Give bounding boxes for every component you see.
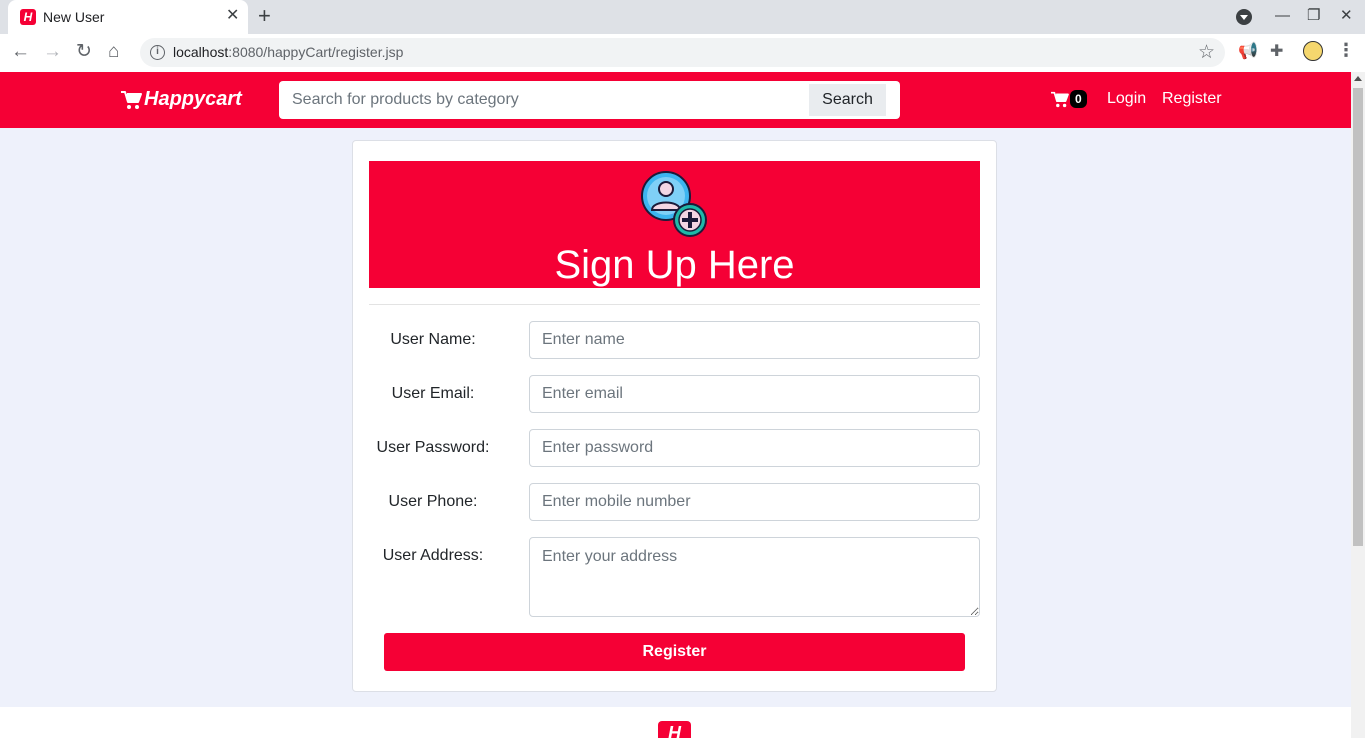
login-link[interactable]: Login <box>1107 90 1146 108</box>
register-link[interactable]: Register <box>1162 90 1222 108</box>
user-phone-input[interactable] <box>529 483 980 521</box>
address-bar[interactable]: i localhost:8080/happyCart/register.jsp … <box>140 38 1225 67</box>
tab-close-icon[interactable]: ✕ <box>226 7 239 25</box>
signup-header: Sign Up Here <box>369 161 980 288</box>
user-address-input[interactable] <box>529 537 980 617</box>
user-name-label: User Name: <box>390 331 476 348</box>
close-window-icon[interactable]: ✕ <box>1340 6 1353 26</box>
menu-dots-icon[interactable]: ⋮ <box>1337 40 1355 60</box>
tab-title: New User <box>43 9 105 25</box>
tab-favicon-icon: H <box>20 9 36 25</box>
browser-tab[interactable]: H New User ✕ <box>8 0 248 34</box>
forward-icon[interactable]: → <box>43 41 62 63</box>
cart-logo-icon <box>121 90 142 109</box>
browser-tab-bar: H New User ✕ + — ❐ ✕ <box>0 0 1365 34</box>
cart-count-badge: 0 <box>1070 90 1087 108</box>
scroll-thumb[interactable] <box>1353 88 1363 546</box>
user-email-label: User Email: <box>391 385 475 402</box>
reload-icon[interactable]: ↻ <box>76 41 92 63</box>
minimize-icon[interactable]: — <box>1275 6 1290 26</box>
puzzle-icon[interactable]: ✚ <box>1270 42 1283 62</box>
site-navbar: Happycart Search 0 Login Register <box>0 72 1351 128</box>
user-name-input[interactable] <box>529 321 980 359</box>
cart-link[interactable]: 0 <box>1050 90 1087 108</box>
register-button[interactable]: Register <box>384 633 965 671</box>
profile-avatar[interactable] <box>1303 41 1323 61</box>
home-icon[interactable]: ⌂ <box>108 41 119 63</box>
tab-search-icon[interactable] <box>1236 9 1252 25</box>
star-icon[interactable]: ☆ <box>1198 41 1215 64</box>
search-button[interactable]: Search <box>809 84 886 116</box>
megaphone-icon[interactable]: 📢 <box>1238 42 1258 62</box>
search-input[interactable] <box>279 81 809 119</box>
user-password-input[interactable] <box>529 429 980 467</box>
browser-toolbar: ← → ↻ ⌂ i localhost:8080/happyCart/regis… <box>0 34 1365 72</box>
search-form: Search <box>279 81 900 119</box>
back-icon[interactable]: ← <box>11 41 30 63</box>
info-icon[interactable]: i <box>150 45 165 60</box>
brand-link[interactable]: Happycart <box>120 88 242 111</box>
user-address-label: User Address: <box>382 547 484 564</box>
signup-title: Sign Up Here <box>554 243 795 287</box>
url-text: localhost:8080/happyCart/register.jsp <box>173 44 404 60</box>
footer: H <box>0 707 1351 738</box>
header-divider <box>369 304 980 305</box>
page-scrollbar[interactable] <box>1351 72 1365 738</box>
footer-logo-icon: H <box>658 721 691 738</box>
user-phone-label: User Phone: <box>388 493 478 510</box>
new-tab-icon[interactable]: + <box>258 4 271 28</box>
user-email-input[interactable] <box>529 375 980 413</box>
brand-name: Happycart <box>144 88 242 110</box>
cart-icon <box>1051 91 1069 107</box>
signup-card: Sign Up Here User Name: User Email: User… <box>352 140 997 692</box>
scroll-up-icon[interactable] <box>1354 76 1362 81</box>
add-user-icon <box>641 171 707 237</box>
user-password-label: User Password: <box>376 439 490 456</box>
restore-icon[interactable]: ❐ <box>1307 6 1320 26</box>
